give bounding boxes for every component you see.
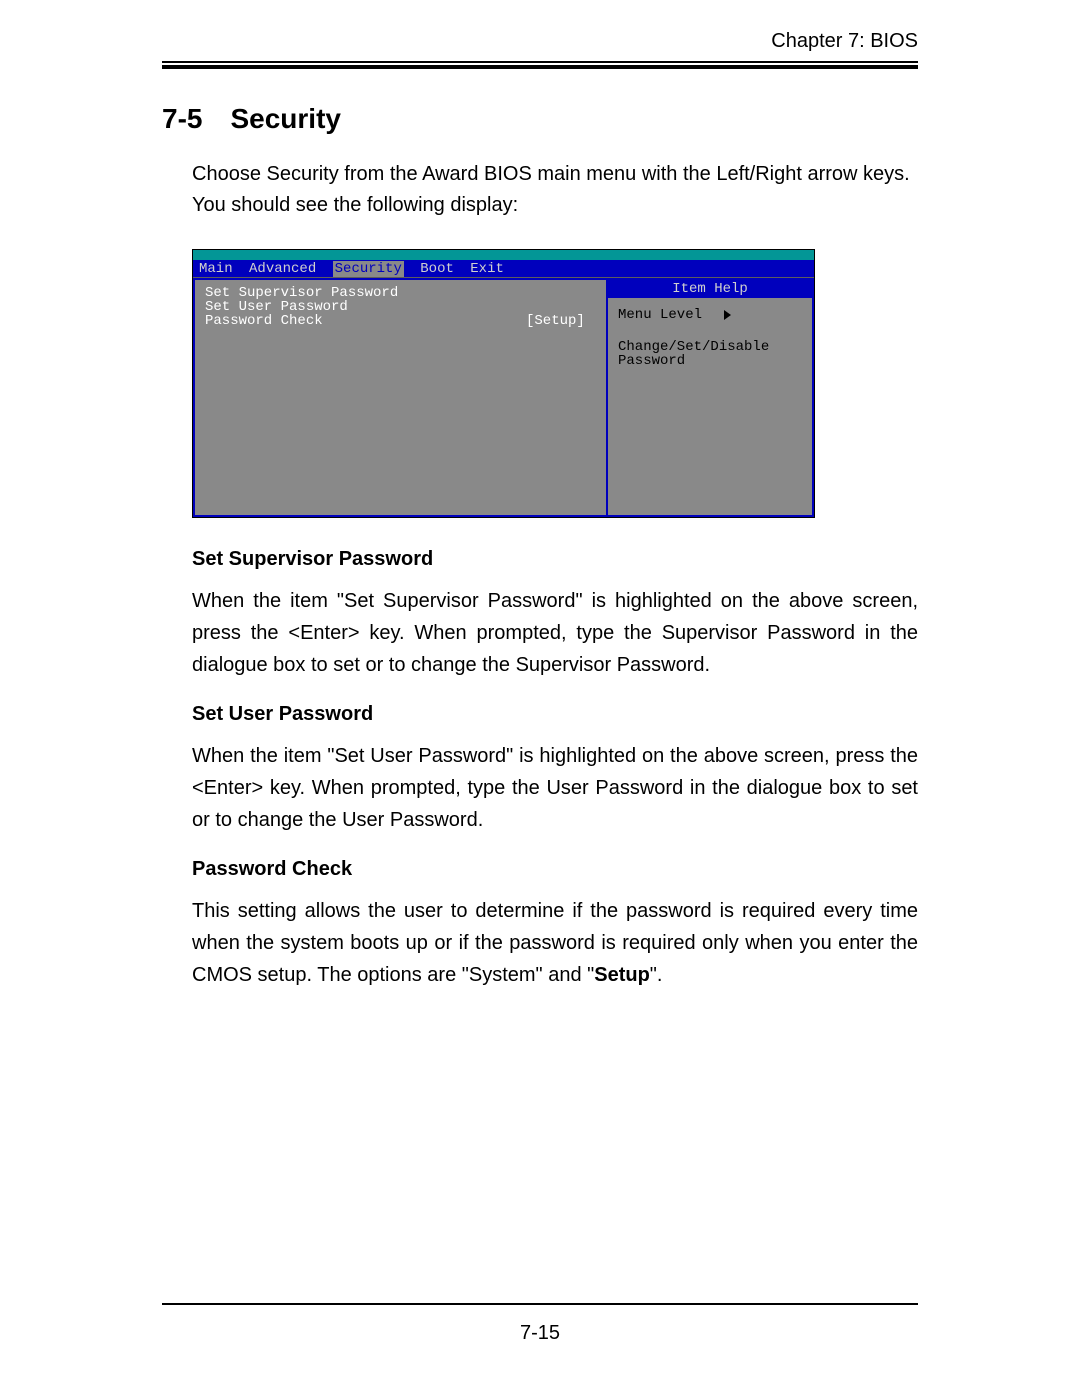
section-title: 7-5 Security — [162, 103, 918, 135]
section-number: 7-5 — [162, 103, 202, 134]
subsection-text-bold: Setup — [594, 964, 650, 986]
bios-item-value: [Setup] — [526, 314, 596, 328]
subsection-heading: Password Check — [192, 858, 918, 881]
subsection-text: When the item "Set Supervisor Password" … — [192, 585, 918, 681]
bios-left-pane: Set Supervisor Password Set User Passwor… — [193, 278, 606, 517]
bios-menu-level: Menu Level — [618, 308, 802, 322]
bios-title-bar — [193, 250, 814, 260]
bios-item-value — [526, 300, 596, 314]
bios-item-label: Set User Password — [205, 300, 526, 314]
subsection-heading: Set User Password — [192, 703, 918, 726]
bios-menu-main[interactable]: Main — [199, 261, 233, 277]
bios-item-label: Set Supervisor Password — [205, 286, 526, 300]
bios-help-pane: Item Help Menu Level Change/Set/Disable … — [606, 278, 814, 517]
subsection-heading: Set Supervisor Password — [192, 548, 918, 571]
running-header: Chapter 7: BIOS — [162, 30, 918, 61]
bios-menu-level-label: Menu Level — [618, 308, 702, 322]
subsection-text: This setting allows the user to determin… — [192, 895, 918, 991]
page-number: 7-15 — [0, 1322, 1080, 1345]
bios-screenshot: Main Advanced Security Boot Exit Set Sup… — [192, 249, 815, 518]
right-arrow-icon — [724, 310, 731, 320]
bios-help-text: Change/Set/Disable Password — [618, 340, 802, 368]
bios-menu-advanced[interactable]: Advanced — [249, 261, 316, 277]
bios-item-label: Password Check — [205, 314, 526, 328]
bios-top-menu: Main Advanced Security Boot Exit — [193, 260, 814, 277]
subsection-text-suffix: ". — [650, 964, 663, 986]
subsection-text: When the item "Set User Password" is hig… — [192, 740, 918, 836]
bios-item-value — [526, 286, 596, 300]
subsection-text-prefix: This setting allows the user to determin… — [192, 900, 918, 986]
bios-help-title: Item Help — [608, 280, 812, 298]
section-name: Security — [230, 103, 341, 134]
bios-menu-exit[interactable]: Exit — [470, 261, 504, 277]
header-rule — [162, 61, 918, 69]
bios-body: Set Supervisor Password Set User Passwor… — [193, 277, 814, 517]
bios-menu-security[interactable]: Security — [333, 261, 404, 277]
bios-item[interactable]: Password Check [Setup] — [205, 314, 596, 328]
bios-menu-boot[interactable]: Boot — [420, 261, 454, 277]
bios-item[interactable]: Set Supervisor Password — [205, 286, 596, 300]
intro-paragraph: Choose Security from the Award BIOS main… — [192, 159, 918, 221]
bios-item[interactable]: Set User Password — [205, 300, 596, 314]
footer-rule — [162, 1303, 918, 1305]
